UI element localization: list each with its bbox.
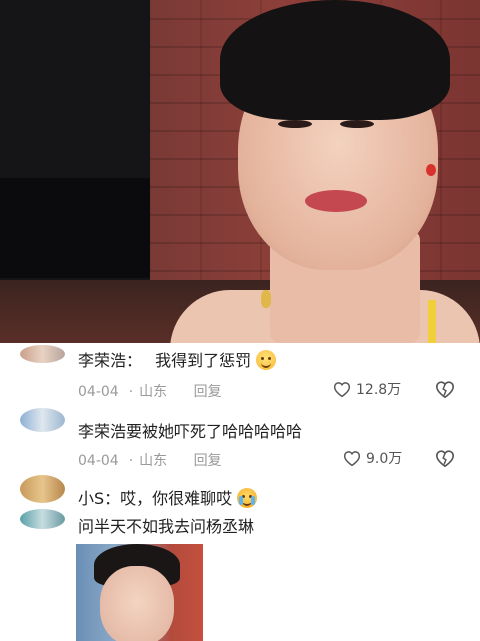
avatar[interactable] <box>20 345 65 363</box>
comment-item: 小S：哎，你很难聊哎 问半天不如我去问杨丞琳 <box>0 473 480 641</box>
comment-text: 小S：哎，你很难聊哎 <box>78 485 258 509</box>
person-eye-right <box>340 120 374 128</box>
reply-button[interactable]: 回复 <box>194 384 222 400</box>
comment-meta: 04-04 · 山东 回复 <box>78 450 232 470</box>
studio-monitor <box>0 178 150 278</box>
comment-location: 山东 <box>139 384 168 400</box>
heart-icon <box>343 451 361 467</box>
avatar[interactable] <box>20 509 65 529</box>
like-button[interactable]: 12.8万 <box>332 379 401 399</box>
reply-button[interactable]: 回复 <box>194 453 222 469</box>
like-button[interactable]: 9.0万 <box>342 448 402 468</box>
cry-laugh-emoji-icon <box>237 488 258 508</box>
pendant-earring <box>261 290 271 308</box>
thumbnail-face <box>100 566 174 641</box>
like-count: 12.8万 <box>356 382 402 398</box>
dislike-button[interactable] <box>434 448 456 472</box>
avatar[interactable] <box>20 475 65 503</box>
person-hair <box>220 0 450 120</box>
person-lips <box>305 190 367 212</box>
comment-image[interactable] <box>76 544 203 641</box>
comment-body: 我得到了惩罚 <box>155 351 252 370</box>
comment-text: 李荣浩： 我得到了惩罚 <box>78 347 277 371</box>
comment-body: 李荣浩要被她吓死了哈哈哈哈哈 <box>78 422 303 441</box>
comment-meta: 04-04 · 山东 回复 <box>78 381 232 401</box>
comment-username[interactable]: 李荣浩： <box>78 351 142 370</box>
like-count: 9.0万 <box>366 451 403 467</box>
avatar[interactable] <box>20 408 65 432</box>
comment-item: 李荣浩： 我得到了惩罚 04-04 · 山东 回复 12.8万 <box>0 343 480 408</box>
broken-heart-icon <box>435 450 455 468</box>
dress-strap <box>428 300 436 343</box>
comment-body-line-1: 小S：哎，你很难聊哎 <box>78 489 233 508</box>
comment-date: 04-04 <box>78 453 119 469</box>
broken-heart-icon <box>435 381 455 399</box>
comment-location: 山东 <box>139 453 168 469</box>
meta-separator: · <box>128 384 134 400</box>
comment-date: 04-04 <box>78 384 119 400</box>
comment-body-line-2: 问半天不如我去问杨丞琳 <box>78 517 255 536</box>
heart-icon <box>333 382 351 398</box>
meta-separator: · <box>128 453 134 469</box>
earring <box>426 164 436 176</box>
smile-emoji-icon <box>256 350 277 370</box>
video-frame[interactable] <box>0 0 480 343</box>
dislike-button[interactable] <box>434 379 456 403</box>
person-eye-left <box>278 120 312 128</box>
comment-item: 李荣浩要被她吓死了哈哈哈哈哈 04-04 · 山东 回复 9.0万 <box>0 408 480 473</box>
